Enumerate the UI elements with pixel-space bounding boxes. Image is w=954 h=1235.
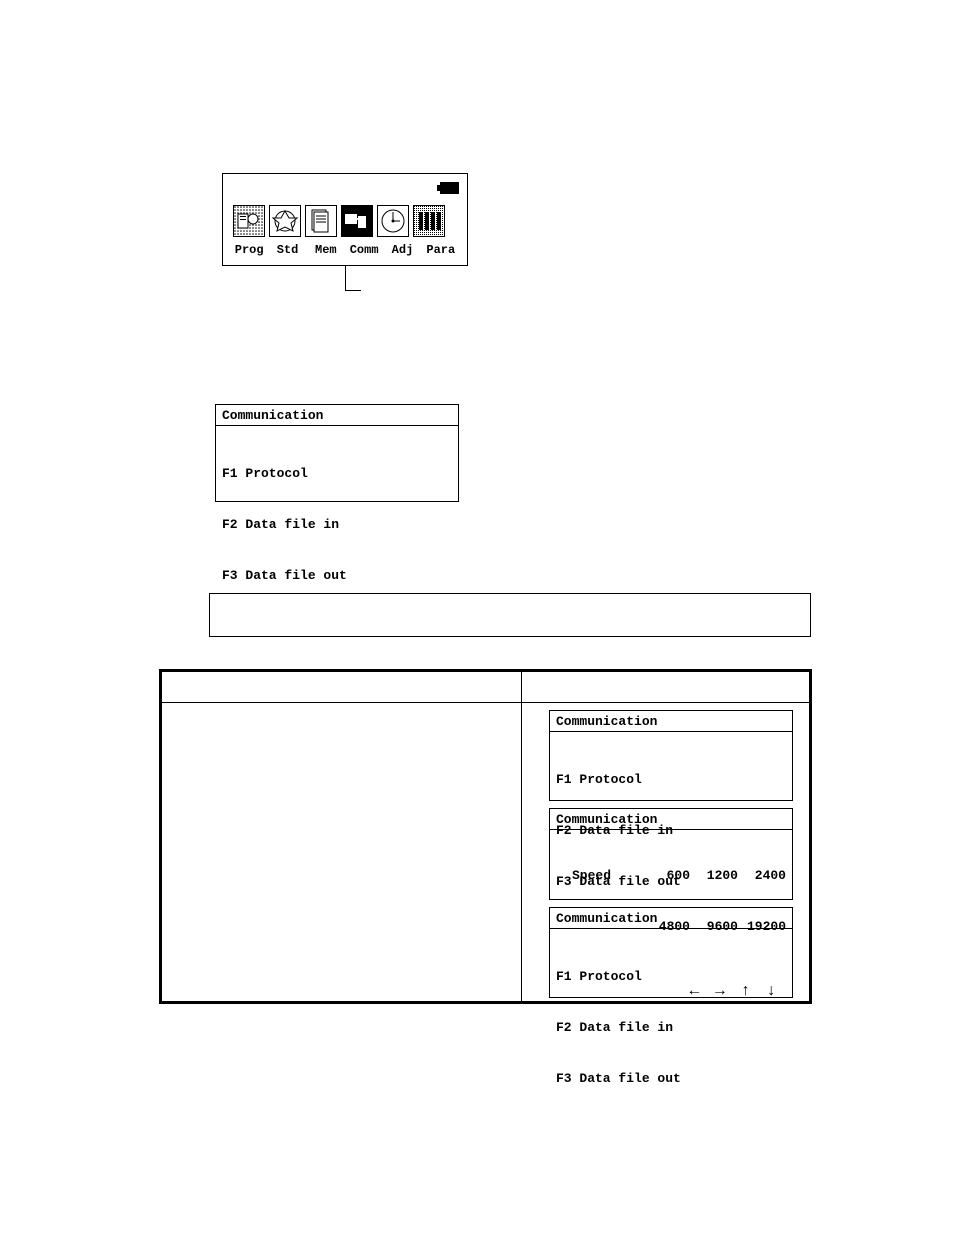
main-menu-icons [233, 205, 445, 237]
lcd-title: Communication [556, 812, 786, 829]
callout-line [345, 266, 346, 290]
label-adj: Adj [383, 243, 421, 257]
device-main-menu-screen: Prog Std Mem Comm Adj Para [222, 173, 468, 266]
communication-menu-screen: Communication F1 Protocol F2 Data file i… [215, 404, 459, 502]
lcd-title: Communication [556, 714, 786, 731]
prog-icon[interactable] [233, 205, 265, 237]
speed-1200[interactable]: 1200 [690, 867, 738, 884]
menu-item-protocol[interactable]: F1 Protocol [556, 968, 786, 985]
label-para: Para [422, 243, 460, 257]
menu-item-data-file-in[interactable]: F2 Data file in [556, 1019, 786, 1036]
menu-item-protocol[interactable]: F1 Protocol [556, 771, 786, 788]
step-screen-1: Communication F1 Protocol F2 Data file i… [549, 710, 793, 801]
menu-item-data-file-in[interactable]: F2 Data file in [222, 516, 452, 533]
info-box [209, 593, 811, 637]
para-icon[interactable] [413, 205, 445, 237]
label-comm: Comm [345, 243, 383, 257]
speed-600[interactable]: 600 [642, 867, 690, 884]
menu-item-data-file-out[interactable]: F3 Data file out [556, 1070, 786, 1087]
lcd-title: Communication [556, 911, 786, 928]
step-screen-3: Communication F1 Protocol F2 Data file i… [549, 907, 793, 998]
callout-foot [345, 290, 361, 291]
label-prog: Prog [230, 243, 268, 257]
std-icon[interactable] [269, 205, 301, 237]
lcd-title: Communication [222, 408, 452, 425]
menu-item-protocol[interactable]: F1 Protocol [222, 465, 452, 482]
comm-icon[interactable] [341, 205, 373, 237]
adj-icon[interactable] [377, 205, 409, 237]
battery-icon [437, 182, 459, 194]
main-menu-labels: Prog Std Mem Comm Adj Para [230, 243, 460, 257]
speed-2400[interactable]: 2400 [738, 867, 786, 884]
speed-label: Speed [572, 867, 642, 884]
label-mem: Mem [307, 243, 345, 257]
label-std: Std [268, 243, 306, 257]
mem-icon[interactable] [305, 205, 337, 237]
menu-item-data-file-out[interactable]: F3 Data file out [222, 567, 452, 584]
procedure-table: Communication F1 Protocol F2 Data file i… [159, 669, 812, 1004]
step-screen-2-speed: Communication Speed 600 1200 2400 4800 9… [549, 808, 793, 900]
